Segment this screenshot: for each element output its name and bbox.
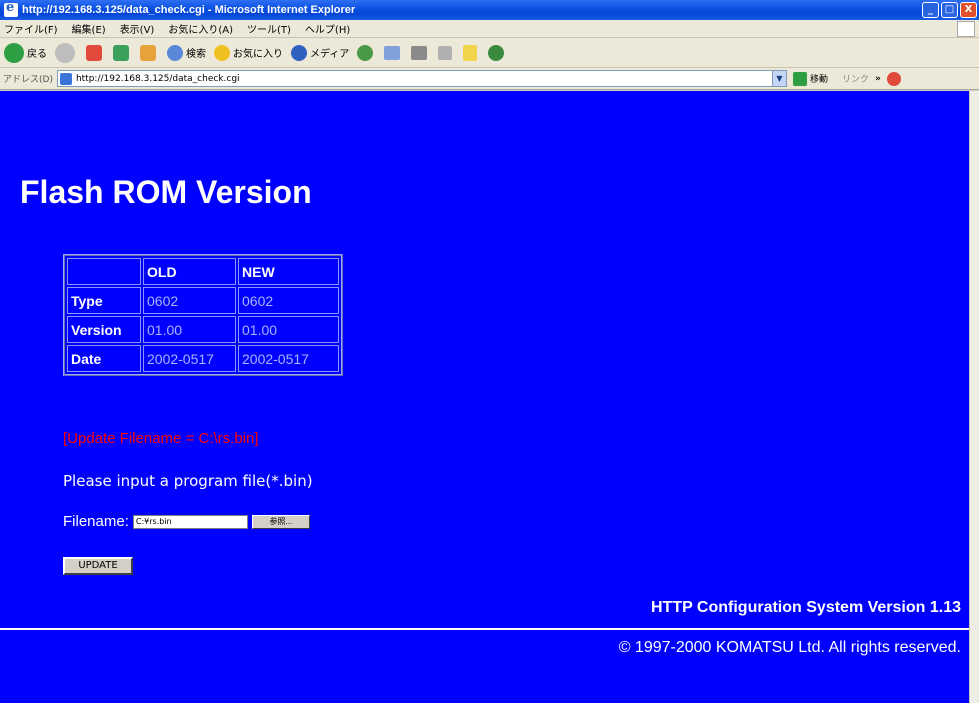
stop-icon bbox=[86, 44, 102, 61]
footer-divider bbox=[0, 628, 969, 630]
page-content: Flash ROM Version OLD NEW Type 0602 0602… bbox=[0, 91, 969, 703]
windows-logo-icon bbox=[957, 21, 975, 37]
go-arrow-icon bbox=[792, 71, 807, 86]
window-title: http://192.168.3.125/data_check.cgi - Mi… bbox=[22, 4, 356, 16]
favorites-label: お気に入り bbox=[233, 49, 283, 60]
maximize-button[interactable]: □ bbox=[941, 2, 958, 18]
favorites-icon bbox=[214, 44, 230, 61]
menu-help[interactable]: ヘルプ(H) bbox=[305, 21, 350, 36]
note-icon bbox=[463, 44, 478, 61]
browse-button[interactable]: 参照... bbox=[251, 514, 310, 529]
menu-edit[interactable]: 編集(E) bbox=[72, 21, 106, 36]
copyright-text: © 1997-2000 KOMATSU Ltd. All rights rese… bbox=[618, 639, 961, 656]
history-button[interactable] bbox=[357, 44, 376, 61]
media-button[interactable]: メディア bbox=[291, 44, 350, 61]
favorites-button[interactable]: お気に入り bbox=[214, 44, 283, 61]
update-button[interactable]: UPDATE bbox=[63, 557, 133, 575]
page-title: Flash ROM Version bbox=[20, 174, 312, 210]
go-button[interactable]: 移動 bbox=[792, 71, 828, 86]
type-old-value: 0602 bbox=[143, 287, 236, 314]
toolbar: 戻る 検索 お気に入り メディア bbox=[0, 38, 979, 68]
table-row: Type 0602 0602 bbox=[67, 287, 339, 314]
messenger-icon bbox=[488, 44, 505, 61]
menu-tools[interactable]: ツール(T) bbox=[247, 21, 291, 36]
back-icon bbox=[4, 42, 24, 63]
toolbar-extension-icon[interactable] bbox=[886, 71, 901, 86]
table-row: Version 01.00 01.00 bbox=[67, 316, 339, 343]
edit-icon bbox=[438, 45, 453, 60]
upload-prompt: Please input a program file(*.bin) bbox=[63, 472, 313, 490]
system-version: HTTP Configuration System Version 1.13 bbox=[651, 599, 961, 616]
back-button[interactable]: 戻る bbox=[4, 42, 47, 63]
address-url: http://192.168.3.125/data_check.cgi bbox=[75, 73, 240, 84]
version-table: OLD NEW Type 0602 0602 Version 01.00 01.… bbox=[63, 254, 343, 376]
type-new-value: 0602 bbox=[238, 287, 339, 314]
media-icon bbox=[291, 44, 307, 61]
table-header-blank bbox=[67, 258, 141, 285]
history-icon bbox=[357, 44, 374, 61]
refresh-button[interactable] bbox=[113, 44, 132, 61]
links-chevron-icon[interactable]: » bbox=[875, 74, 881, 84]
links-label[interactable]: リンク bbox=[842, 72, 869, 85]
forward-icon bbox=[55, 42, 75, 63]
date-new-value: 2002-0517 bbox=[238, 345, 339, 372]
messenger-button[interactable] bbox=[488, 44, 507, 61]
address-bar: アドレス(D) http://192.168.3.125/data_check.… bbox=[0, 68, 979, 90]
search-button[interactable]: 検索 bbox=[167, 44, 206, 61]
vertical-scrollbar[interactable] bbox=[969, 91, 979, 703]
close-button[interactable]: X bbox=[960, 2, 977, 18]
table-row: Date 2002-0517 2002-0517 bbox=[67, 345, 339, 372]
print-icon bbox=[411, 45, 428, 60]
menu-favorites[interactable]: お気に入り(A) bbox=[168, 21, 233, 36]
address-input[interactable]: http://192.168.3.125/data_check.cgi ▼ bbox=[56, 70, 787, 87]
ie-logo-icon bbox=[4, 0, 18, 17]
print-button[interactable] bbox=[411, 45, 430, 60]
go-label: 移動 bbox=[809, 75, 828, 85]
media-label: メディア bbox=[310, 49, 350, 60]
row-label-date: Date bbox=[67, 345, 141, 372]
table-header-old: OLD bbox=[143, 258, 236, 285]
menu-file[interactable]: ファイル(F) bbox=[4, 21, 58, 36]
home-button[interactable] bbox=[140, 44, 159, 61]
stop-button[interactable] bbox=[86, 44, 105, 61]
table-header-row: OLD NEW bbox=[67, 258, 339, 285]
edit-button[interactable] bbox=[438, 45, 455, 60]
address-label: アドレス(D) bbox=[3, 75, 53, 85]
page-icon bbox=[59, 72, 72, 85]
update-filename-message: [Update Filename = C:\rs.bin] bbox=[63, 430, 259, 447]
mail-button[interactable] bbox=[384, 45, 403, 60]
forward-button[interactable] bbox=[55, 42, 78, 63]
search-icon bbox=[167, 44, 183, 61]
version-old-value: 01.00 bbox=[143, 316, 236, 343]
row-label-version: Version bbox=[67, 316, 141, 343]
window-title-bar[interactable]: http://192.168.3.125/data_check.cgi - Mi… bbox=[0, 0, 979, 20]
mail-icon bbox=[384, 45, 401, 60]
version-new-value: 01.00 bbox=[238, 316, 339, 343]
home-icon bbox=[140, 44, 156, 61]
discuss-button[interactable] bbox=[463, 44, 480, 61]
menu-bar: ファイル(F) 編集(E) 表示(V) お気に入り(A) ツール(T) ヘルプ(… bbox=[0, 20, 979, 38]
date-old-value: 2002-0517 bbox=[143, 345, 236, 372]
menu-view[interactable]: 表示(V) bbox=[120, 21, 155, 36]
address-dropdown-icon[interactable]: ▼ bbox=[771, 71, 786, 86]
minimize-button[interactable]: _ bbox=[922, 2, 939, 18]
filename-label: Filename: bbox=[63, 513, 129, 530]
window-controls: _ □ X bbox=[922, 2, 977, 18]
filename-row: Filename: C:¥rs.bin 参照... bbox=[63, 513, 310, 530]
search-label: 検索 bbox=[186, 49, 206, 60]
refresh-icon bbox=[113, 44, 129, 61]
table-header-new: NEW bbox=[238, 258, 339, 285]
filename-input[interactable]: C:¥rs.bin bbox=[132, 514, 248, 529]
row-label-type: Type bbox=[67, 287, 141, 314]
back-label: 戻る bbox=[27, 49, 47, 60]
